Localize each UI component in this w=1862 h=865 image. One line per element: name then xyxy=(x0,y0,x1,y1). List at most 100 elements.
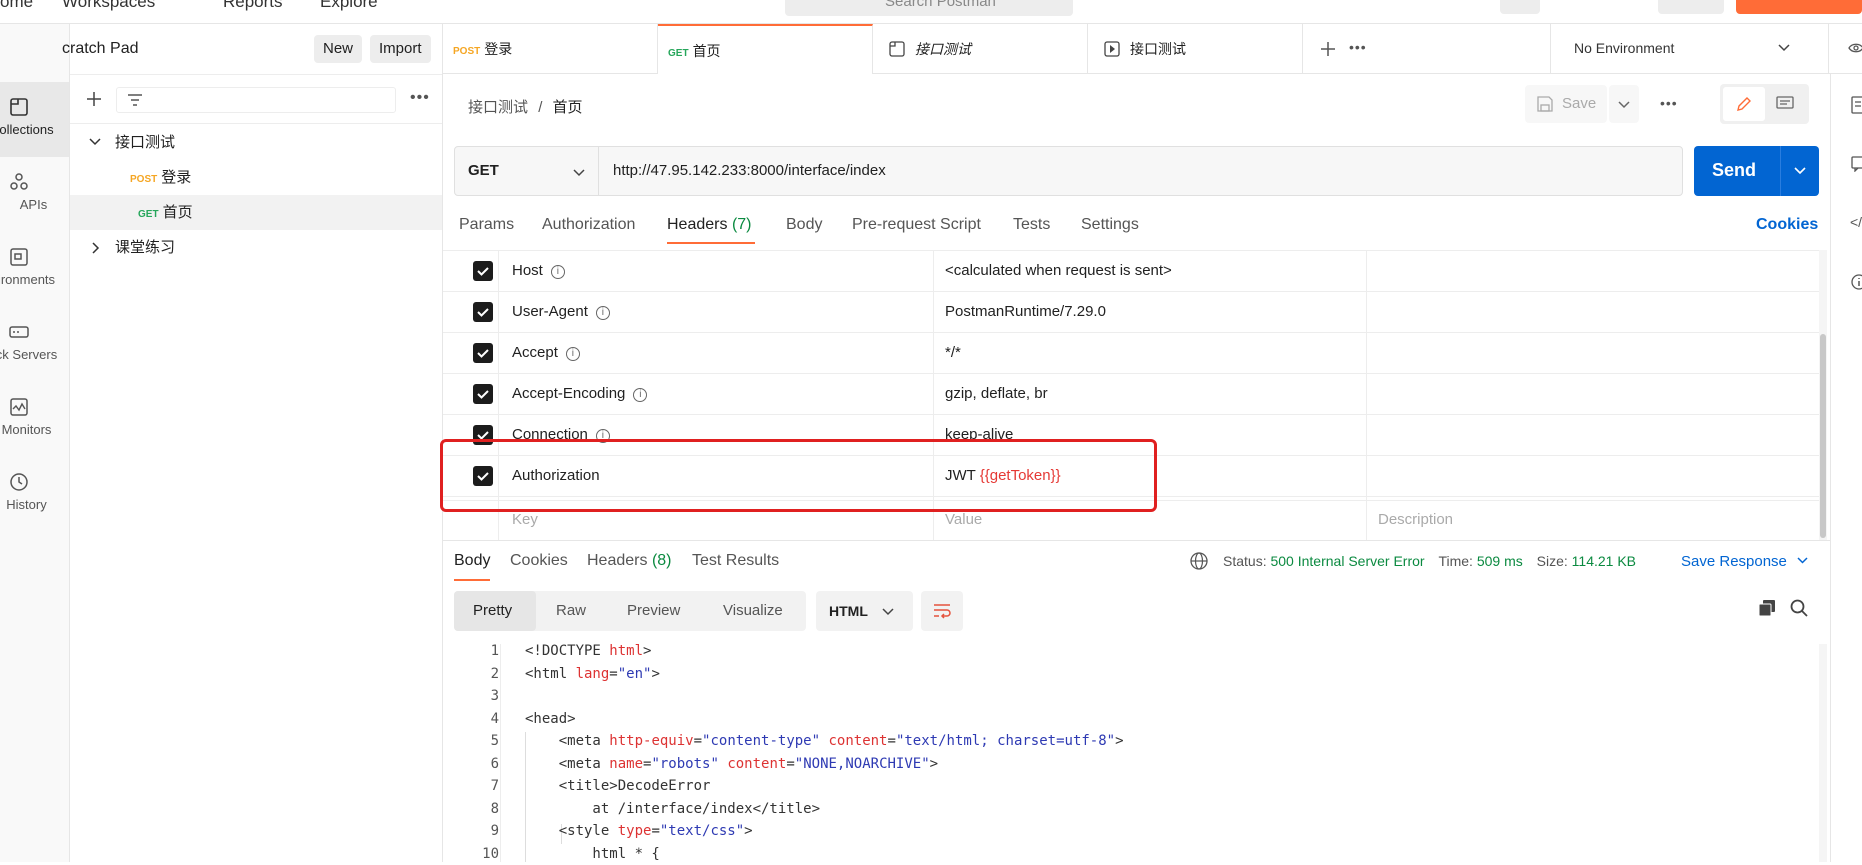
info-icon[interactable]: i xyxy=(565,347,580,361)
tab-collection[interactable]: 接口测试 xyxy=(873,24,1088,74)
resp-tab-tests[interactable]: Test Results xyxy=(692,552,779,570)
sign-in-button[interactable] xyxy=(1658,0,1724,14)
view-pretty[interactable]: Pretty xyxy=(454,591,536,631)
rail-mock-servers[interactable]: ck Servers xyxy=(0,307,69,382)
rail-environments[interactable]: ironments xyxy=(0,232,69,307)
copy-icon[interactable] xyxy=(1758,599,1776,617)
header-key[interactable]: Accept-Encoding i xyxy=(512,385,648,402)
rail-history[interactable]: History xyxy=(0,457,69,532)
save-response-button[interactable]: Save Response xyxy=(1681,553,1808,570)
comments-icon[interactable] xyxy=(1851,156,1862,172)
tree-request-get[interactable]: GET 首页 xyxy=(70,195,442,230)
breadcrumb-parent[interactable]: 接口测试 xyxy=(468,99,528,116)
tab-settings[interactable]: Settings xyxy=(1081,216,1139,234)
header-enabled-checkbox[interactable] xyxy=(473,343,493,363)
environment-selector[interactable]: No Environment xyxy=(1551,24,1803,74)
edit-mode-button[interactable] xyxy=(1723,87,1765,121)
documentation-icon[interactable] xyxy=(1851,96,1862,114)
resp-tab-cookies[interactable]: Cookies xyxy=(510,552,568,570)
import-button[interactable]: Import xyxy=(370,35,431,63)
tree-request-post[interactable]: POST 登录 xyxy=(70,160,442,195)
url-input[interactable]: http://47.95.142.233:8000/interface/inde… xyxy=(598,146,1683,196)
resp-tab-headers[interactable]: Headers (8) xyxy=(587,552,672,570)
tab-runner[interactable]: 接口测试 xyxy=(1088,24,1303,74)
sidebar: cratch Pad New Import ••• 接口测试 POST 登录 GE… xyxy=(62,24,443,862)
scrollbar-thumb[interactable] xyxy=(1820,334,1826,538)
apis-icon xyxy=(10,173,28,190)
tab-request[interactable]: POST 登录 xyxy=(443,24,658,74)
tree-collection[interactable]: 课堂练习 xyxy=(70,230,442,265)
left-rail: ollections APIs ironments ck Servers Mon… xyxy=(0,24,70,862)
info-icon[interactable] xyxy=(1851,274,1862,290)
view-raw[interactable]: Raw xyxy=(556,602,586,619)
header-value[interactable]: <calculated when request is sent> xyxy=(945,262,1172,279)
value-placeholder[interactable]: Value xyxy=(945,511,982,528)
method-badge: POST xyxy=(130,174,158,185)
more-options-icon[interactable]: ••• xyxy=(410,89,430,107)
header-value[interactable]: PostmanRuntime/7.29.0 xyxy=(945,303,1106,320)
status-value[interactable]: 500 Internal Server Error xyxy=(1270,553,1424,569)
view-label: Pretty xyxy=(473,602,513,619)
method-select[interactable]: GET xyxy=(454,146,599,196)
info-icon[interactable]: i xyxy=(550,265,565,279)
global-search[interactable]: Search Postman xyxy=(785,0,1073,16)
nav-explore[interactable]: Explore xyxy=(320,0,378,12)
tab-tests[interactable]: Tests xyxy=(1013,216,1050,234)
tree-collection[interactable]: 接口测试 xyxy=(70,125,442,160)
resp-headers-count: (8) xyxy=(651,552,672,569)
header-key[interactable]: Host i xyxy=(512,262,565,279)
size-value[interactable]: 114.21 KB xyxy=(1572,553,1636,569)
tab-params[interactable]: Params xyxy=(459,216,514,234)
view-visualize[interactable]: Visualize xyxy=(723,602,783,619)
header-key[interactable]: Accept i xyxy=(512,344,580,361)
header-value[interactable]: gzip, deflate, br xyxy=(945,385,1048,402)
sidebar-filter-input[interactable] xyxy=(116,87,396,113)
code-scrollbar[interactable] xyxy=(1819,644,1827,862)
new-tab-icon[interactable] xyxy=(1320,41,1336,57)
comment-mode-icon[interactable] xyxy=(1776,96,1794,112)
rail-monitors[interactable]: Monitors xyxy=(0,382,69,457)
header-enabled-checkbox[interactable] xyxy=(473,302,493,322)
request-more-icon[interactable]: ••• xyxy=(1660,95,1678,111)
info-icon[interactable]: i xyxy=(633,388,648,402)
chevron-down-icon[interactable] xyxy=(1794,167,1806,175)
tabs-more-icon[interactable]: ••• xyxy=(1349,39,1367,55)
add-icon[interactable] xyxy=(86,91,102,107)
code-line: 7 <title>DecodeError xyxy=(443,775,711,797)
search-icon[interactable] xyxy=(1790,599,1808,617)
line-number: 6 xyxy=(490,755,499,772)
nav-reports[interactable]: Reports xyxy=(223,0,283,12)
check-icon xyxy=(477,390,489,399)
eye-icon[interactable] xyxy=(1848,41,1862,55)
code-icon[interactable]: </ xyxy=(1850,214,1862,230)
rail-collections[interactable]: ollections xyxy=(0,82,69,157)
invite-button[interactable] xyxy=(1500,0,1540,14)
header-enabled-checkbox[interactable] xyxy=(473,384,493,404)
tab-body[interactable]: Body xyxy=(786,216,822,234)
nav-home[interactable]: ome xyxy=(0,0,33,12)
rail-apis[interactable]: APIs xyxy=(0,157,69,232)
tab-headers[interactable]: Headers (7) xyxy=(667,216,752,234)
tab-prerequest[interactable]: Pre-request Script xyxy=(852,216,981,234)
nav-workspaces[interactable]: Workspaces xyxy=(62,0,155,12)
header-enabled-checkbox[interactable] xyxy=(473,261,493,281)
send-button[interactable]: Send xyxy=(1694,146,1819,196)
header-key[interactable]: User-Agent i xyxy=(512,303,610,320)
key-placeholder[interactable]: Key xyxy=(512,511,538,528)
info-icon[interactable]: i xyxy=(595,306,610,320)
view-preview[interactable]: Preview xyxy=(627,602,680,619)
cookies-link[interactable]: Cookies xyxy=(1756,216,1818,234)
new-button[interactable]: New xyxy=(314,35,363,63)
time-value[interactable]: 509 ms xyxy=(1477,553,1523,569)
wrap-lines-button[interactable] xyxy=(921,591,963,631)
upgrade-button[interactable] xyxy=(1736,0,1862,14)
save-options-button[interactable] xyxy=(1609,85,1639,123)
headers-scrollbar[interactable] xyxy=(1819,250,1827,540)
tab-request-active[interactable]: GET 首页 xyxy=(658,24,873,74)
resp-tab-body[interactable]: Body xyxy=(454,552,490,570)
save-button[interactable]: Save xyxy=(1525,85,1607,123)
header-value[interactable]: */* xyxy=(945,344,961,361)
format-select[interactable]: HTML xyxy=(816,591,913,631)
description-placeholder[interactable]: Description xyxy=(1378,511,1453,528)
tab-authorization[interactable]: Authorization xyxy=(542,216,635,234)
